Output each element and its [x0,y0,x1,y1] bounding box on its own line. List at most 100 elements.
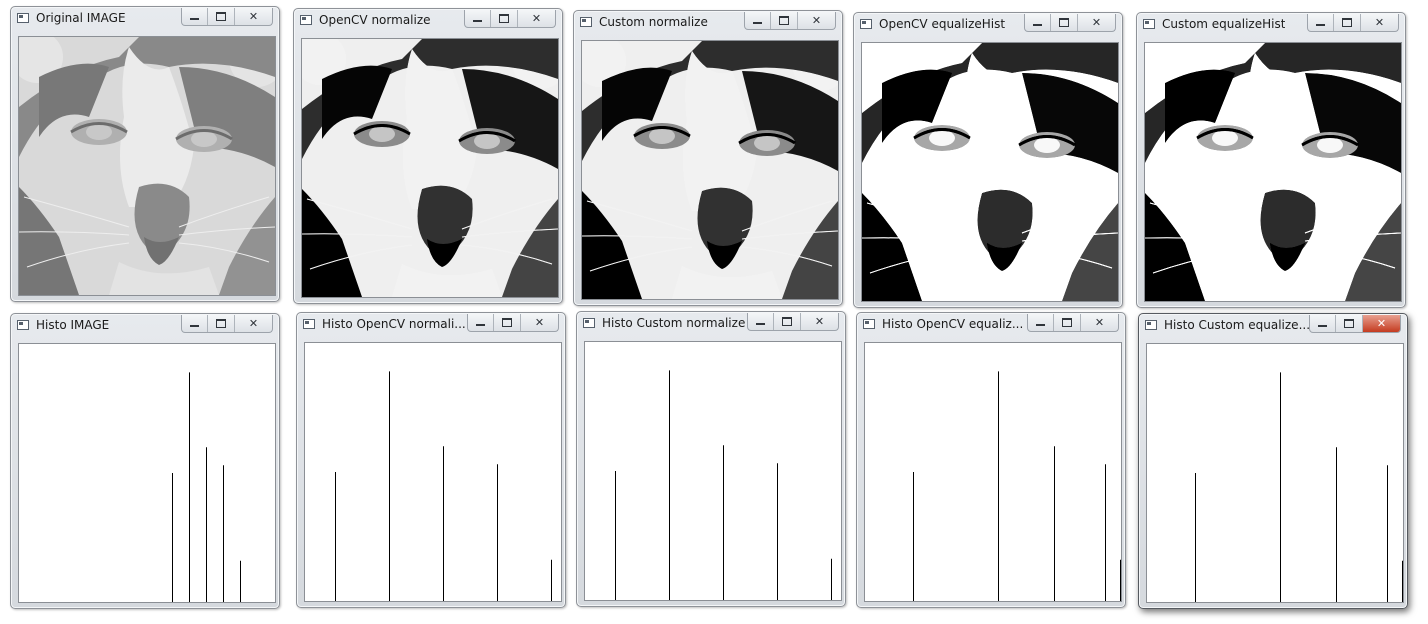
window-controls: ✕ [1024,14,1116,32]
app-icon[interactable] [863,319,875,329]
maximize-button[interactable] [1054,314,1081,331]
window-title: Original IMAGE [36,11,126,25]
maximize-button[interactable] [208,315,235,332]
histogram-plot [1195,372,1403,602]
image-canvas [1144,42,1402,302]
window-title: Histo IMAGE [36,318,110,332]
window-original-image[interactable]: Original IMAGE ✕ [10,6,280,302]
maximize-icon [499,14,510,23]
window-opencv-equalizehist[interactable]: OpenCV equalizeHist ✕ [853,12,1123,308]
maximize-icon [216,12,227,21]
app-icon[interactable] [1145,320,1157,330]
app-icon[interactable] [580,17,592,27]
minimize-button[interactable] [1308,14,1335,31]
cat-photo [1145,43,1401,301]
maximize-button[interactable] [771,12,798,29]
minimize-icon [753,22,763,24]
app-icon[interactable] [1143,19,1155,29]
window-title: Histo Custom equalize... [1164,318,1311,332]
title-bar[interactable]: Histo IMAGE ✕ [11,314,279,338]
close-button[interactable]: ✕ [1362,315,1400,332]
window-controls: ✕ [1027,314,1119,332]
title-bar[interactable]: Histo OpenCV equaliz... ✕ [857,313,1125,337]
minimize-button[interactable] [1028,314,1055,331]
window-histo-opencv-normalize[interactable]: Histo OpenCV normali... ✕ [296,312,566,608]
title-bar[interactable]: Histo Custom normalize ✕ [577,312,845,336]
window-opencv-normalize[interactable]: OpenCV normalize ✕ [293,8,563,304]
close-button[interactable]: ✕ [1078,14,1115,31]
maximize-icon [502,318,513,327]
window-title: Histo OpenCV normali... [322,317,466,331]
window-title: OpenCV normalize [319,13,431,27]
minimize-icon [190,325,200,327]
app-icon[interactable] [860,19,872,29]
window-custom-equalizehist[interactable]: Custom equalizeHist ✕ [1136,12,1406,308]
image-canvas [18,36,276,296]
maximize-button[interactable] [1334,14,1361,31]
close-button[interactable]: ✕ [518,10,555,27]
histogram-canvas [1146,343,1404,603]
close-button[interactable]: ✕ [235,315,272,332]
window-histo-opencv-equalize[interactable]: Histo OpenCV equaliz... ✕ [856,312,1126,608]
title-bar[interactable]: Histo OpenCV normali... ✕ [297,313,565,337]
title-bar[interactable]: Custom normalize ✕ [574,11,842,35]
window-title: Custom equalizeHist [1162,17,1286,31]
title-bar[interactable]: Histo Custom equalize... ✕ [1139,314,1407,338]
title-bar[interactable]: Custom equalizeHist ✕ [1137,13,1405,37]
minimize-icon [1318,325,1328,327]
maximize-icon [1342,18,1353,27]
minimize-icon [1036,324,1046,326]
histogram-plot [913,371,1121,601]
maximize-button[interactable] [774,313,801,330]
title-bar[interactable]: Original IMAGE ✕ [11,7,279,31]
minimize-button[interactable] [182,315,209,332]
window-controls: ✕ [1307,14,1399,32]
window-title: Histo Custom normalize [602,316,746,330]
window-title: OpenCV equalizeHist [879,17,1006,31]
maximize-icon [216,319,227,328]
app-icon[interactable] [583,318,595,328]
maximize-button[interactable] [494,314,521,331]
histogram-canvas [304,342,562,602]
window-controls: ✕ [181,8,273,26]
minimize-button[interactable] [182,8,209,25]
close-button[interactable]: ✕ [798,12,835,29]
image-canvas [581,40,839,300]
close-button[interactable]: ✕ [801,313,838,330]
close-button[interactable]: ✕ [1081,314,1118,331]
minimize-button[interactable] [748,313,775,330]
close-button[interactable]: ✕ [521,314,558,331]
histogram-plot [615,370,832,600]
minimize-button[interactable] [1310,315,1337,332]
maximize-button[interactable] [491,10,518,27]
window-controls: ✕ [747,313,839,331]
minimize-icon [1033,24,1043,26]
window-histo-custom-normalize[interactable]: Histo Custom normalize ✕ [576,311,846,607]
title-bar[interactable]: OpenCV normalize ✕ [294,9,562,33]
window-controls: ✕ [1309,315,1401,333]
close-button[interactable]: ✕ [235,8,272,25]
cat-photo [862,43,1118,301]
window-histo-image[interactable]: Histo IMAGE ✕ [10,313,280,609]
minimize-button[interactable] [745,12,772,29]
minimize-button[interactable] [1025,14,1052,31]
maximize-button[interactable] [208,8,235,25]
maximize-button[interactable] [1336,315,1363,332]
histogram-plot [172,372,241,602]
title-bar[interactable]: OpenCV equalizeHist ✕ [854,13,1122,37]
app-icon[interactable] [300,15,312,25]
window-histo-custom-equalize[interactable]: Histo Custom equalize... ✕ [1138,313,1408,609]
image-canvas [301,38,559,298]
maximize-button[interactable] [1051,14,1078,31]
maximize-icon [782,317,793,326]
window-custom-normalize[interactable]: Custom normalize ✕ [573,10,843,306]
app-icon[interactable] [303,319,315,329]
app-icon[interactable] [17,13,29,23]
minimize-button[interactable] [465,10,492,27]
maximize-icon [1062,318,1073,327]
close-button[interactable]: ✕ [1361,14,1398,31]
maximize-icon [1344,319,1355,328]
app-icon[interactable] [17,320,29,330]
minimize-button[interactable] [468,314,495,331]
minimize-icon [1316,24,1326,26]
